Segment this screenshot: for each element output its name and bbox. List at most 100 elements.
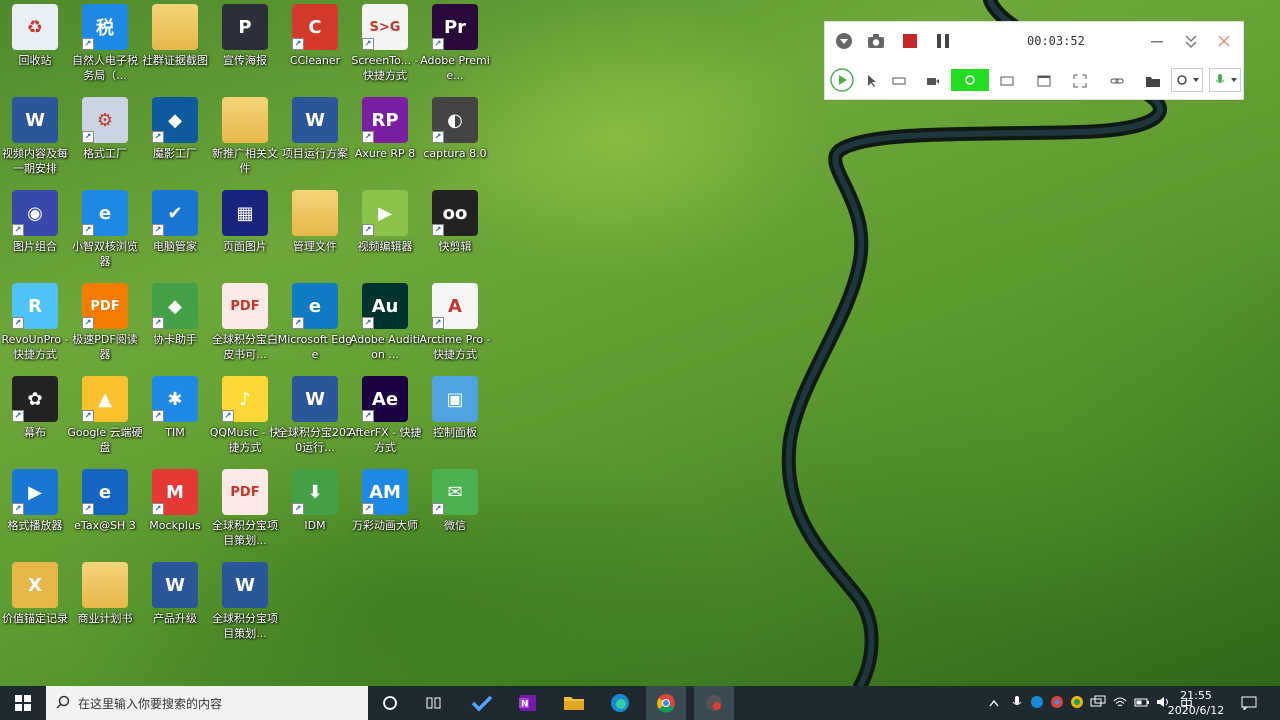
desktop-icon[interactable]: S>G ↗ ScreenTo... - 快捷方式 [350, 4, 420, 94]
desktop-icon[interactable]: ◆ ↗ 魔影工厂 [140, 97, 210, 187]
desktop-icon[interactable]: ♪ ↗ QQMusic - 快捷方式 [210, 376, 280, 466]
desktop-icon[interactable]: ♻ 回收站 [0, 4, 70, 94]
keyboard-icon[interactable] [889, 71, 909, 91]
clock-date: 2020/6/12 [1167, 704, 1225, 717]
desktop-icon[interactable]: W 全球积分宝2020运行... [277, 376, 353, 466]
audio-source-dropdown[interactable] [1171, 68, 1203, 92]
shortcut-arrow-icon: ↗ [292, 503, 304, 515]
desktop-icon[interactable]: ✔ ↗ 电脑管家 [140, 190, 210, 280]
onenote-icon[interactable]: N [508, 686, 548, 720]
desktop-icon[interactable]: W 项目运行方案 [280, 97, 350, 187]
desktop-icon[interactable]: P 宣传海报 [210, 4, 280, 94]
windows-start-button[interactable] [0, 686, 45, 720]
minimize-icon[interactable] [1147, 31, 1167, 51]
battery-icon[interactable] [1134, 695, 1150, 712]
collapse-icon[interactable] [1181, 31, 1201, 51]
desktop-icon[interactable]: PDF 全球积分宝白皮书可... [210, 283, 280, 373]
desktop-icon[interactable]: X 价值锚定记录 [0, 562, 70, 652]
desktop-icon[interactable]: ▦ 页面图片 [210, 190, 280, 280]
desktop-icon[interactable]: RP ↗ Axure RP 8 [350, 97, 420, 187]
colorful-tray-icon[interactable] [1070, 695, 1084, 712]
microphone-icon[interactable] [1012, 695, 1022, 712]
link-icon[interactable] [1107, 71, 1127, 91]
desktop-icon[interactable]: ◆ ↗ 协卡助手 [140, 283, 210, 373]
shortcut-arrow-icon: ↗ [292, 38, 304, 50]
desktop-icon[interactable]: ◉ ↗ 图片组合 [0, 190, 70, 280]
folder-icon[interactable] [1143, 71, 1163, 91]
desktop-icon[interactable]: ✱ ↗ TIM [140, 376, 210, 466]
chrome-taskbar-icon[interactable] [646, 686, 686, 720]
desktop-icon[interactable]: 商业计划书 [70, 562, 140, 652]
pause-button[interactable] [933, 31, 953, 51]
webcam-icon[interactable] [923, 71, 943, 91]
cursor-icon[interactable] [861, 71, 881, 91]
system-clock[interactable]: 21:55 2020/6/12 [1162, 686, 1230, 720]
network-icon[interactable] [1090, 695, 1106, 712]
cortana-icon[interactable] [370, 686, 410, 720]
app-icon: ▲ ↗ [82, 376, 128, 422]
fullscreen-mode-button[interactable] [951, 69, 989, 91]
desktop-icon[interactable]: A ↗ Arctime Pro - 快捷方式 [419, 283, 491, 373]
desktop-icon[interactable]: 新推广相关文件 [210, 97, 280, 187]
desktop-icon[interactable]: W 全球积分宝项目策划... [210, 562, 280, 652]
desktop-icon-label: 快剪辑 [438, 240, 472, 253]
monitor-icon[interactable] [997, 71, 1017, 91]
desktop-icon-label: 全球积分宝项目策划... [212, 612, 278, 640]
desktop-icon[interactable]: ✿ ↗ 幕布 [0, 376, 70, 466]
app-icon: ◐ ↗ [432, 97, 478, 143]
app-icon: Pr ↗ [432, 4, 478, 50]
desktop-icon[interactable]: ⬇ ↗ IDM [280, 469, 350, 559]
desktop-icon[interactable]: ◐ ↗ captura 8.0 [420, 97, 490, 187]
wifi-icon[interactable] [1112, 695, 1128, 712]
close-icon[interactable] [1214, 31, 1234, 51]
file-explorer-icon[interactable] [554, 686, 594, 720]
desktop-icon[interactable]: ▣ 控制面板 [420, 376, 490, 466]
dropdown-icon[interactable] [834, 31, 854, 51]
desktop-icon[interactable]: PDF ↗ 极速PDF阅读器 [70, 283, 140, 373]
taskbar-search-input[interactable]: 在这里输入你要搜索的内容 [46, 686, 368, 720]
desktop-icon[interactable]: 税 ↗ 自然人电子税务局（... [70, 4, 140, 94]
chrome-tray-icon[interactable] [1050, 695, 1064, 712]
stop-button[interactable] [900, 31, 920, 51]
desktop-icon[interactable]: AM ↗ 万彩动画大师 [350, 469, 420, 559]
camera-icon[interactable] [866, 31, 886, 51]
notification-icon[interactable] [1230, 686, 1268, 720]
edge-taskbar-icon[interactable] [600, 686, 640, 720]
record-mode-icon[interactable] [830, 68, 854, 92]
window-icon[interactable] [1034, 71, 1054, 91]
task-view-icon[interactable] [414, 686, 454, 720]
desktop-icon-label: 价值锚定记录 [2, 612, 68, 625]
desktop-icon[interactable]: e ↗ 小智双核浏览器 [70, 190, 140, 280]
shortcut-arrow-icon: ↗ [432, 224, 444, 236]
microphone-dropdown[interactable] [1209, 68, 1241, 92]
desktop-icon[interactable]: W 产品升级 [140, 562, 210, 652]
desktop-icon[interactable]: ▶ ↗ 视频编辑器 [350, 190, 420, 280]
desktop-icon[interactable]: R ↗ RevoUnPro - 快捷方式 [0, 283, 70, 373]
desktop-icon[interactable]: ⚙ ↗ 格式工厂 [70, 97, 140, 187]
desktop-icon[interactable]: Au ↗ Adobe Audition ... [350, 283, 420, 373]
recorder-taskbar-icon[interactable] [694, 686, 734, 720]
todo-app-icon[interactable] [462, 686, 502, 720]
desktop-icon[interactable]: oo ↗ 快剪辑 [420, 190, 490, 280]
shortcut-arrow-icon: ↗ [82, 224, 94, 236]
desktop-icon[interactable]: W 视频内容及每一期安排 [0, 97, 70, 187]
shortcut-arrow-icon: ↗ [362, 131, 374, 143]
app-icon: M ↗ [152, 469, 198, 515]
desktop-icon[interactable]: e ↗ eTax@SH 3 [70, 469, 140, 559]
desktop-icon[interactable]: Pr ↗ Adobe Premie... [420, 4, 490, 94]
desktop-icon[interactable]: M ↗ Mockplus [140, 469, 210, 559]
desktop-icon[interactable]: Ae ↗ AfterFX - 快捷方式 [348, 376, 422, 466]
desktop-icon[interactable]: 社群证据截图 [140, 4, 210, 94]
show-hidden-icons[interactable] [986, 696, 1002, 710]
desktop-icon[interactable]: ▶ ↗ 格式播放器 [0, 469, 70, 559]
desktop-icon[interactable]: C ↗ CCleaner [280, 4, 350, 94]
edge-tray-icon[interactable] [1030, 695, 1044, 712]
desktop-icon[interactable]: e ↗ Microsoft Edge [278, 283, 352, 373]
region-icon[interactable] [1070, 71, 1090, 91]
desktop-icon[interactable]: PDF 全球积分宝项目策划... [210, 469, 280, 559]
desktop-icon-label: TIM [165, 426, 185, 439]
desktop-icon[interactable]: ▲ ↗ Google 云端硬盘 [67, 376, 143, 466]
desktop-icon[interactable]: 管理文件 [280, 190, 350, 280]
desktop-icon-label: 控制面板 [433, 426, 477, 439]
desktop-icon[interactable]: ✉ ↗ 微信 [420, 469, 490, 559]
